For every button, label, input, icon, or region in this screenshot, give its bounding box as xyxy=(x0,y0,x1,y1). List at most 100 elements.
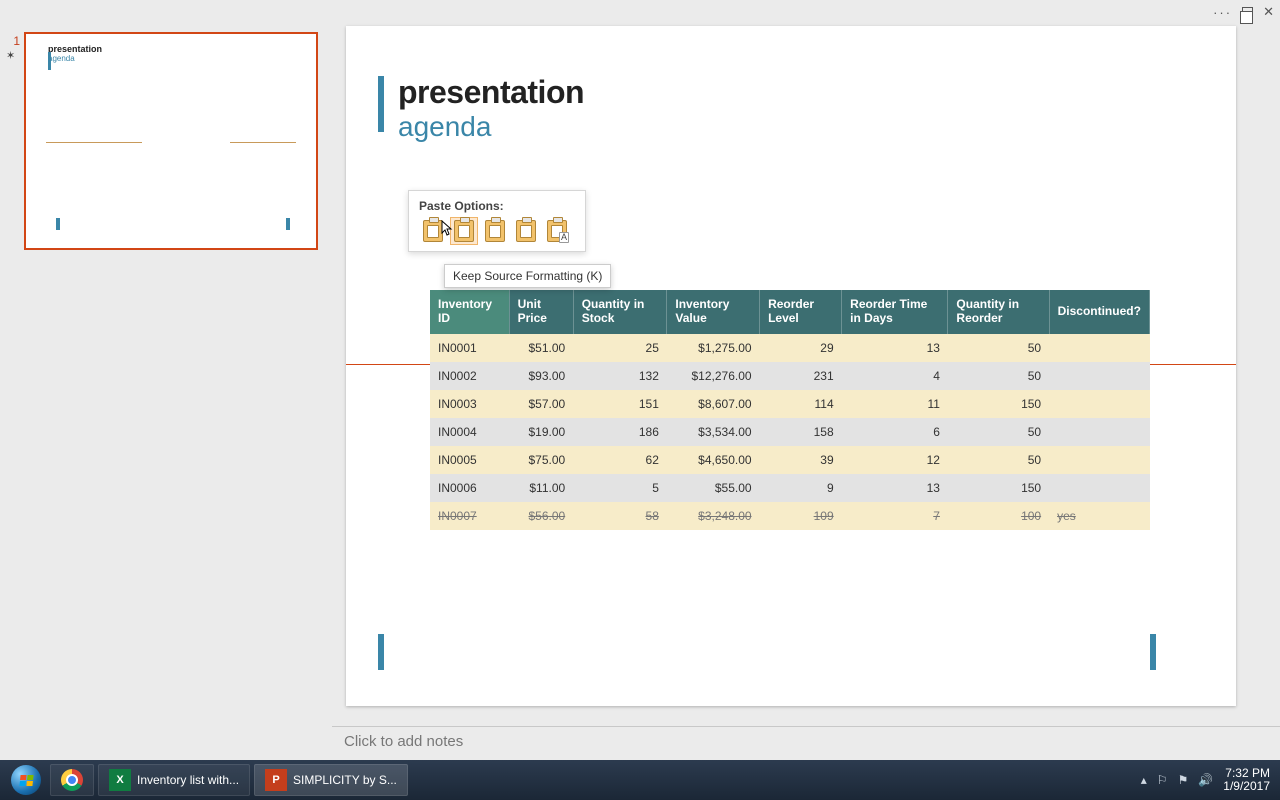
table-cell[interactable]: $55.00 xyxy=(667,474,760,502)
taskbar-excel[interactable]: X Inventory list with... xyxy=(98,764,250,796)
table-row[interactable]: IN0007$56.0058$3,248.001097100yes xyxy=(430,502,1150,530)
table-cell[interactable]: 231 xyxy=(760,362,842,390)
table-cell[interactable]: IN0004 xyxy=(430,418,509,446)
tray-clock[interactable]: 7:32 PM 1/9/2017 xyxy=(1223,767,1270,793)
slide-canvas[interactable]: presentation agenda Paste Options: A Kee… xyxy=(346,26,1236,706)
table-cell[interactable]: $57.00 xyxy=(509,390,573,418)
table-row[interactable]: IN0002$93.00132$12,276.00231450 xyxy=(430,362,1150,390)
table-row[interactable]: IN0003$57.00151$8,607.0011411150 xyxy=(430,390,1150,418)
table-cell[interactable] xyxy=(1049,334,1149,362)
taskbar-chrome[interactable] xyxy=(50,764,94,796)
table-cell[interactable]: $8,607.00 xyxy=(667,390,760,418)
table-cell[interactable]: 25 xyxy=(573,334,667,362)
table-cell[interactable]: $3,534.00 xyxy=(667,418,760,446)
table-cell[interactable]: 62 xyxy=(573,446,667,474)
table-cell[interactable]: 186 xyxy=(573,418,667,446)
table-cell[interactable]: 132 xyxy=(573,362,667,390)
table-cell[interactable]: 11 xyxy=(842,390,948,418)
system-tray[interactable]: ▴ ⚐ ⚑ 🔊 7:32 PM 1/9/2017 xyxy=(1141,767,1274,793)
table-cell[interactable]: 150 xyxy=(948,474,1049,502)
table-cell[interactable]: $51.00 xyxy=(509,334,573,362)
taskbar-powerpoint[interactable]: P SIMPLICITY by S... xyxy=(254,764,408,796)
table-cell[interactable]: IN0003 xyxy=(430,390,509,418)
column-header[interactable]: Inventory Value xyxy=(667,290,760,334)
table-cell[interactable]: 100 xyxy=(948,502,1049,530)
column-header[interactable]: Reorder Level xyxy=(760,290,842,334)
table-cell[interactable]: 13 xyxy=(842,474,948,502)
table-cell[interactable]: $4,650.00 xyxy=(667,446,760,474)
title-accent-bar xyxy=(378,76,384,132)
table-cell[interactable]: 109 xyxy=(760,502,842,530)
table-row[interactable]: IN0004$19.00186$3,534.00158650 xyxy=(430,418,1150,446)
table-cell[interactable]: 158 xyxy=(760,418,842,446)
table-cell[interactable]: $12,276.00 xyxy=(667,362,760,390)
table-cell[interactable]: IN0006 xyxy=(430,474,509,502)
table-cell[interactable]: 29 xyxy=(760,334,842,362)
table-cell[interactable]: $11.00 xyxy=(509,474,573,502)
table-cell[interactable]: 151 xyxy=(573,390,667,418)
table-cell[interactable]: IN0007 xyxy=(430,502,509,530)
restore-window-icon[interactable] xyxy=(1242,7,1253,18)
table-cell[interactable]: yes xyxy=(1049,502,1149,530)
table-cell[interactable]: $75.00 xyxy=(509,446,573,474)
table-cell[interactable]: 12 xyxy=(842,446,948,474)
thumb-subtitle: agenda xyxy=(48,54,304,63)
column-header[interactable]: Quantity in Stock xyxy=(573,290,667,334)
table-cell[interactable]: $56.00 xyxy=(509,502,573,530)
tray-volume-icon[interactable]: 🔊 xyxy=(1198,773,1213,787)
table-cell[interactable]: IN0001 xyxy=(430,334,509,362)
table-cell[interactable]: 50 xyxy=(948,334,1049,362)
table-cell[interactable]: IN0005 xyxy=(430,446,509,474)
table-row[interactable]: IN0006$11.005$55.00913150 xyxy=(430,474,1150,502)
table-row[interactable]: IN0005$75.0062$4,650.00391250 xyxy=(430,446,1150,474)
table-cell[interactable] xyxy=(1049,446,1149,474)
table-cell[interactable]: 150 xyxy=(948,390,1049,418)
column-header[interactable]: Quantity in Reorder xyxy=(948,290,1049,334)
table-cell[interactable]: 13 xyxy=(842,334,948,362)
table-cell[interactable]: 5 xyxy=(573,474,667,502)
slide-title[interactable]: presentation xyxy=(398,74,1200,111)
notes-pane[interactable]: Click to add notes xyxy=(332,726,1280,760)
table-cell[interactable]: $19.00 xyxy=(509,418,573,446)
table-cell[interactable]: 7 xyxy=(842,502,948,530)
decoration-tick xyxy=(286,218,290,230)
slide-subtitle[interactable]: agenda xyxy=(398,111,1200,143)
table-cell[interactable]: 58 xyxy=(573,502,667,530)
table-cell[interactable]: IN0002 xyxy=(430,362,509,390)
table-row[interactable]: IN0001$51.0025$1,275.00291350 xyxy=(430,334,1150,362)
thumbnail-index: 1 xyxy=(6,32,20,48)
table-cell[interactable]: 9 xyxy=(760,474,842,502)
paste-option-keep-source-formatting[interactable] xyxy=(450,217,478,245)
table-cell[interactable]: 50 xyxy=(948,418,1049,446)
paste-option-text-only[interactable]: A xyxy=(543,217,571,245)
tray-flag-icon[interactable]: ⚑ xyxy=(1178,773,1189,787)
table-cell[interactable]: $1,275.00 xyxy=(667,334,760,362)
slide-thumbnail-panel[interactable]: 1 ✶ presentation agenda xyxy=(0,24,332,760)
paste-option-picture[interactable] xyxy=(512,217,540,245)
start-button[interactable] xyxy=(6,760,46,800)
inventory-table[interactable]: Inventory IDUnit PriceQuantity in StockI… xyxy=(430,290,1150,530)
table-cell[interactable]: $3,248.00 xyxy=(667,502,760,530)
ribbon-options-icon[interactable]: ··· xyxy=(1213,5,1232,20)
table-cell[interactable]: 6 xyxy=(842,418,948,446)
column-header[interactable]: Discontinued? xyxy=(1049,290,1149,334)
table-cell[interactable] xyxy=(1049,418,1149,446)
column-header[interactable]: Inventory ID xyxy=(430,290,509,334)
tray-chevron-up-icon[interactable]: ▴ xyxy=(1141,773,1147,787)
paste-option-use-destination-theme[interactable] xyxy=(419,217,447,245)
table-cell[interactable]: 114 xyxy=(760,390,842,418)
column-header[interactable]: Reorder Time in Days xyxy=(842,290,948,334)
table-cell[interactable]: $93.00 xyxy=(509,362,573,390)
table-cell[interactable]: 50 xyxy=(948,362,1049,390)
table-cell[interactable] xyxy=(1049,474,1149,502)
table-cell[interactable]: 4 xyxy=(842,362,948,390)
column-header[interactable]: Unit Price xyxy=(509,290,573,334)
table-cell[interactable]: 39 xyxy=(760,446,842,474)
table-cell[interactable]: 50 xyxy=(948,446,1049,474)
tray-action-center-icon[interactable]: ⚐ xyxy=(1157,773,1168,787)
table-cell[interactable] xyxy=(1049,390,1149,418)
close-window-icon[interactable]: ✕ xyxy=(1263,4,1274,20)
table-cell[interactable] xyxy=(1049,362,1149,390)
paste-option-embed[interactable] xyxy=(481,217,509,245)
slide-thumbnail-1[interactable]: presentation agenda xyxy=(24,32,318,250)
